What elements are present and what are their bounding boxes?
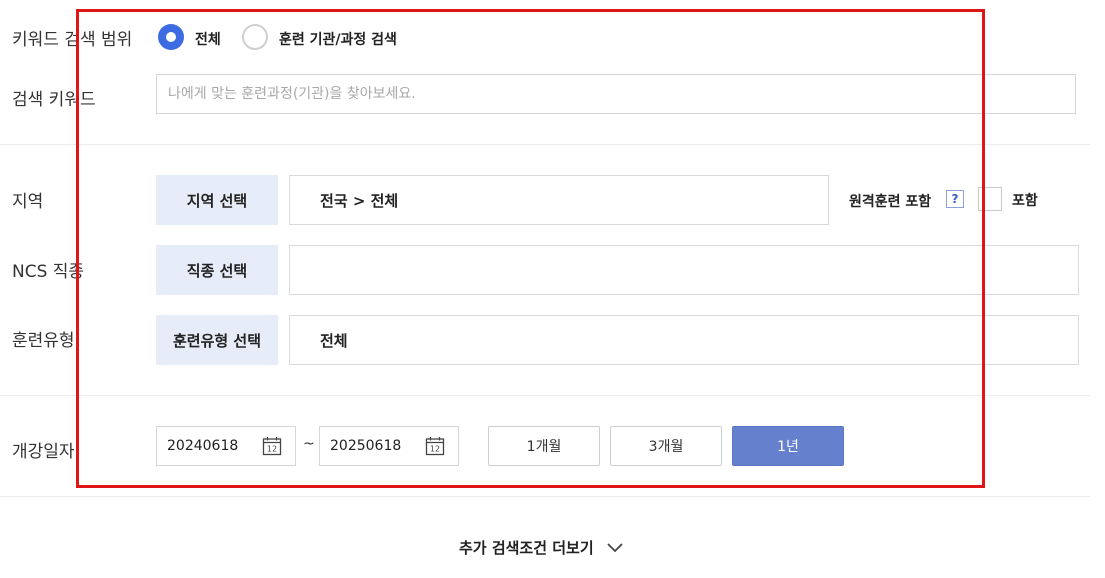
period-1-month-button[interactable]: 1개월 (488, 426, 600, 466)
chevron-down-icon (607, 542, 623, 552)
keyword-scope-label: 키워드 검색 범위 (12, 30, 133, 50)
section-divider (0, 395, 1090, 396)
radio-scope-all-label[interactable]: 전체 (195, 29, 221, 49)
period-1-year-button[interactable]: 1년 (732, 426, 844, 466)
ncs-label: NCS 직종 (12, 262, 85, 282)
training-type-label: 훈련유형 (12, 331, 75, 351)
radio-scope-institution[interactable] (242, 24, 268, 50)
radio-scope-all[interactable] (158, 24, 184, 50)
training-type-value: 전체 (289, 315, 1079, 365)
ncs-value (289, 245, 1079, 295)
start-date-from-value: 20240618 (167, 438, 239, 454)
start-date-to-input[interactable]: 20250618 12 (319, 426, 459, 466)
remote-training-label: 원격훈련 포함 (849, 194, 932, 210)
more-conditions-label: 추가 검색조건 더보기 (459, 539, 594, 557)
radio-scope-institution-label[interactable]: 훈련 기관/과정 검색 (279, 29, 397, 49)
start-date-to-value: 20250618 (330, 438, 402, 454)
start-date-from-input[interactable]: 20240618 12 (156, 426, 296, 466)
calendar-day-text: 12 (267, 445, 277, 454)
search-keyword-label: 검색 키워드 (12, 90, 96, 110)
more-conditions-toggle[interactable]: 추가 검색조건 더보기 (459, 537, 624, 558)
ncs-select-button[interactable]: 직종 선택 (156, 245, 278, 295)
remote-include-label[interactable]: 포함 (1012, 190, 1038, 210)
search-keyword-input[interactable] (156, 74, 1076, 114)
calendar-icon[interactable]: 12 (425, 436, 445, 456)
period-3-months-button[interactable]: 3개월 (610, 426, 722, 466)
remote-include-checkbox[interactable] (978, 187, 1002, 211)
region-label: 지역 (12, 192, 44, 212)
date-separator: ~ (303, 436, 315, 452)
calendar-icon[interactable]: 12 (262, 436, 282, 456)
region-select-button[interactable]: 지역 선택 (156, 175, 278, 225)
help-icon[interactable]: ? (946, 190, 964, 208)
training-type-select-button[interactable]: 훈련유형 선택 (156, 315, 278, 365)
section-divider (0, 496, 1090, 497)
calendar-day-text: 12 (430, 445, 440, 454)
region-value: 전국 > 전체 (289, 175, 829, 225)
start-date-label: 개강일자 (12, 442, 75, 462)
section-divider (0, 144, 1090, 145)
